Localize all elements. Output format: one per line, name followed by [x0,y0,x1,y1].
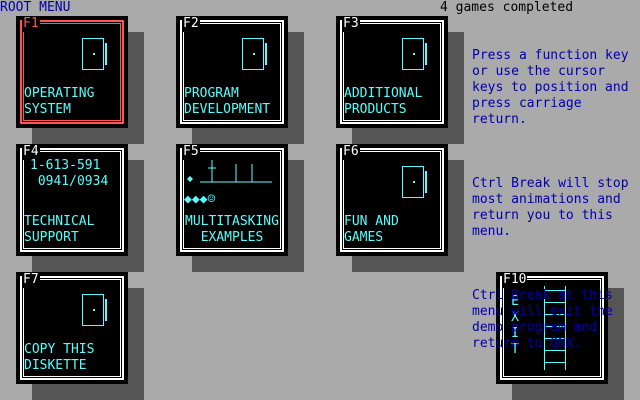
menu-title: ROOT MENU [0,0,71,15]
tile-program-development[interactable]: F2 PROGRAM DEVELOPMENT [176,16,288,128]
games-completed-status: 4 games completed [440,0,574,15]
support-phone-number: 1-613-591 0941/0934 [30,158,109,189]
tile-label: COPY THIS DISKETTE [24,342,95,373]
multitasking-icon [187,160,272,183]
function-key-label: F1 [22,16,40,32]
tile-label: ADDITIONAL PRODUCTS [344,86,423,117]
door-icon [242,38,267,70]
door-icon [402,38,427,70]
help-ctrl-break-stop: Ctrl Break will stop most animations and… [472,176,629,239]
function-key-label: F6 [342,144,360,160]
tile-label: PROGRAM DEVELOPMENT [184,86,271,117]
tile-technical-support[interactable]: F4 1-613-591 0941/0934 TECHNICAL SUPPORT [16,144,128,256]
multitasking-symbols: ◆◆◆☺ [184,192,216,207]
tile-copy-diskette[interactable]: F7 COPY THIS DISKETTE [16,272,128,384]
help-ctrl-break-exit: Ctrl Break at this menu will exit the de… [472,288,613,351]
function-key-label: F3 [342,16,360,32]
function-key-label: F2 [182,16,200,32]
tile-label: MULTITASKING EXAMPLES [185,214,279,245]
function-key-label: F7 [22,272,40,288]
help-instructions: Press a function key or use the cursor k… [472,48,629,127]
tile-multitasking-examples[interactable]: F5 ◆◆◆☺ MULTITASKING EXAMPLES [176,144,288,256]
door-icon [82,38,107,70]
tile-label: TECHNICAL SUPPORT [24,214,95,245]
tile-fun-and-games[interactable]: F6 FUN AND GAMES [336,144,448,256]
tile-label: OPERATING SYSTEM [24,86,95,117]
tile-operating-system[interactable]: F1 OPERATING SYSTEM [16,16,128,128]
door-icon [402,166,427,198]
tile-additional-products[interactable]: F3 ADDITIONAL PRODUCTS [336,16,448,128]
tile-label: FUN AND GAMES [344,214,399,245]
help-panel: Press a function key or use the cursor k… [472,16,640,368]
door-icon [82,294,107,326]
